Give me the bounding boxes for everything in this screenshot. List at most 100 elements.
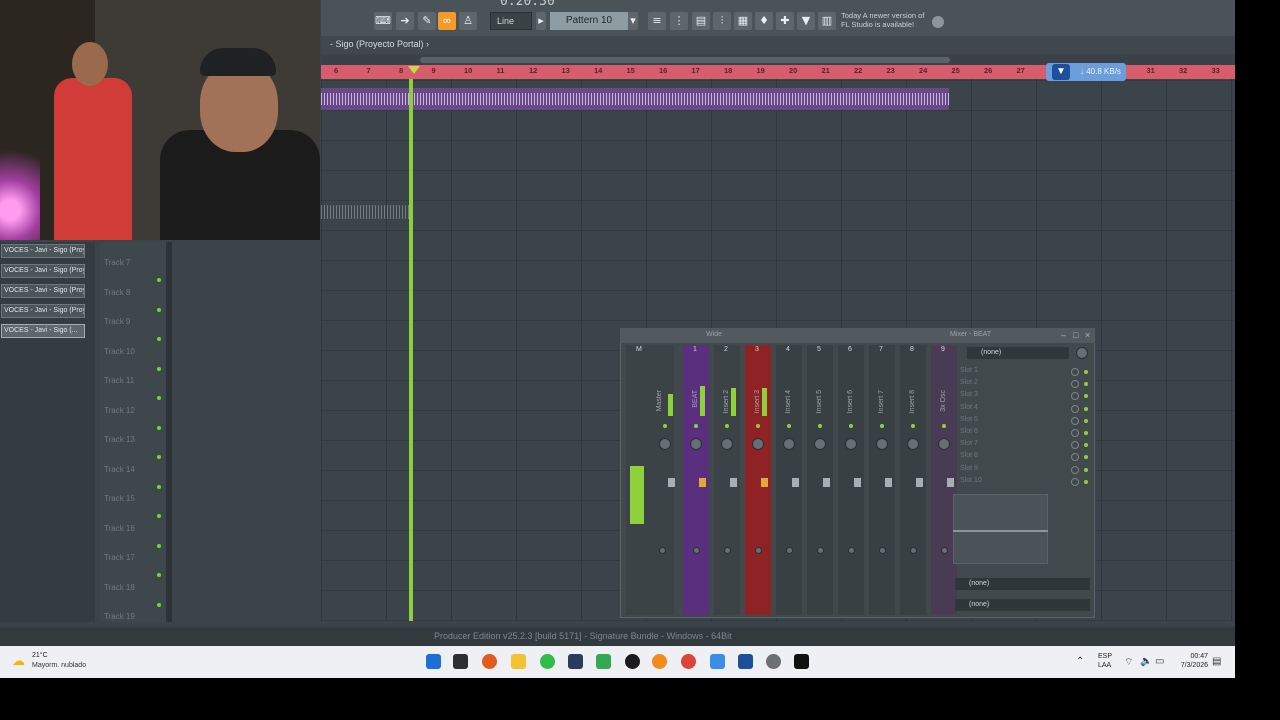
close-icon[interactable]: × xyxy=(1085,331,1094,340)
pan-knob[interactable] xyxy=(721,438,733,450)
settings-icon[interactable] xyxy=(766,654,781,669)
track-mute-led[interactable] xyxy=(157,573,161,577)
start-icon[interactable] xyxy=(426,654,441,669)
track-label[interactable]: Track 15 xyxy=(104,494,135,503)
stereo-knob[interactable] xyxy=(879,547,886,554)
obs-icon[interactable] xyxy=(625,654,640,669)
pan-knob[interactable] xyxy=(690,438,702,450)
piano-roll-icon[interactable]: ▤ xyxy=(692,12,710,30)
track-label[interactable]: Track 8 xyxy=(104,288,130,297)
stereo-knob[interactable] xyxy=(724,547,731,554)
pattern-dropdown-icon[interactable]: ▾ xyxy=(628,12,638,30)
mixer-titlebar[interactable] xyxy=(620,328,1095,343)
track-label[interactable]: Track 7 xyxy=(104,258,130,267)
slot-mix-knob[interactable] xyxy=(1071,368,1079,376)
pan-knob[interactable] xyxy=(659,438,671,450)
weather-temperature[interactable]: 21°C xyxy=(32,652,48,659)
cpu-icon[interactable]: ▥ xyxy=(818,12,836,30)
track-label[interactable]: Track 13 xyxy=(104,435,135,444)
strip-led[interactable] xyxy=(787,424,791,428)
track-divider[interactable] xyxy=(166,242,172,622)
stereo-knob[interactable] xyxy=(817,547,824,554)
channel-button[interactable]: VOCES - Javi - Sigo (Proy... xyxy=(1,284,85,298)
track-label[interactable]: Track 11 xyxy=(104,376,134,385)
wifi-icon[interactable]: ⌔ xyxy=(1124,656,1133,669)
strip-led[interactable] xyxy=(818,424,822,428)
channel-rack-icon[interactable]: ⋮ xyxy=(670,12,688,30)
app-id-icon[interactable] xyxy=(794,654,809,669)
downloader-icon[interactable] xyxy=(738,654,753,669)
stereo-knob[interactable] xyxy=(848,547,855,554)
app-icon[interactable] xyxy=(568,654,583,669)
effect-slot[interactable]: Slot 9 xyxy=(960,465,1070,475)
pan-knob[interactable] xyxy=(783,438,795,450)
battery-icon[interactable]: ▭ xyxy=(1155,656,1164,667)
slot-enable-led[interactable] xyxy=(1084,370,1088,374)
send-select-1[interactable]: (none) xyxy=(955,578,1090,590)
track-mute-led[interactable] xyxy=(157,366,161,371)
effect-slot[interactable]: Slot 8 xyxy=(960,452,1070,462)
strip-led[interactable] xyxy=(911,424,915,428)
slot-enable-led[interactable] xyxy=(1084,431,1088,435)
strip-led[interactable] xyxy=(725,424,729,428)
eq-panel[interactable] xyxy=(953,494,1048,564)
weather-description[interactable]: Mayorm. nublado xyxy=(32,662,86,669)
fl-studio-icon[interactable] xyxy=(652,654,667,669)
effect-slot[interactable]: Slot 2 xyxy=(960,379,1070,389)
slot-mix-knob[interactable] xyxy=(1071,429,1079,437)
browser-app-icon[interactable] xyxy=(482,654,497,669)
track-mute-led[interactable] xyxy=(157,307,161,312)
effect-slot[interactable]: Slot 10 xyxy=(960,477,1070,487)
volume-fader[interactable] xyxy=(668,478,675,487)
effect-slot[interactable]: Slot 1 xyxy=(960,367,1070,377)
slot-enable-led[interactable] xyxy=(1084,467,1088,472)
track-mute-led[interactable] xyxy=(157,396,161,400)
help-icon[interactable]: ▼ xyxy=(797,12,815,30)
volume-fader[interactable] xyxy=(885,478,892,487)
stereo-knob[interactable] xyxy=(755,547,762,554)
track-mute-led[interactable] xyxy=(157,337,161,341)
eq-curve[interactable] xyxy=(953,530,1048,532)
effect-slot[interactable]: Slot 3 xyxy=(960,391,1070,401)
playlist-icon[interactable]: ≡ xyxy=(648,12,666,30)
drive-icon[interactable] xyxy=(596,654,611,669)
notification-icon[interactable]: ▤ xyxy=(1212,656,1221,667)
pan-knob[interactable] xyxy=(814,438,826,450)
mixer-icon[interactable]: ⫶ xyxy=(713,12,731,30)
effect-slot[interactable]: Slot 4 xyxy=(960,404,1070,414)
scrollbar-thumb[interactable] xyxy=(420,57,950,63)
slot-mix-knob[interactable] xyxy=(1071,477,1079,486)
globe-icon[interactable] xyxy=(932,16,944,28)
volume-fader[interactable] xyxy=(699,478,706,487)
pencil-icon[interactable]: ✎ xyxy=(418,12,436,30)
slot-enable-led[interactable] xyxy=(1084,479,1088,484)
volume-fader[interactable] xyxy=(854,478,861,487)
strip-led[interactable] xyxy=(942,424,946,428)
plugin-icon[interactable]: ♦ xyxy=(755,12,773,30)
mixer-knob-icon[interactable] xyxy=(1076,347,1088,359)
folder-icon[interactable] xyxy=(511,654,526,669)
effect-slot[interactable]: Slot 7 xyxy=(960,440,1070,450)
metronome-icon[interactable]: ♙ xyxy=(459,12,477,30)
track-label[interactable]: Track 14 xyxy=(104,465,135,474)
stereo-knob[interactable] xyxy=(659,547,666,554)
strip-led[interactable] xyxy=(663,424,667,428)
track-mute-led[interactable] xyxy=(157,278,161,282)
track-label[interactable]: Track 18 xyxy=(104,583,135,592)
track-label[interactable]: Track 19 xyxy=(104,612,135,621)
system-clock[interactable]: 00:47 7/3/2026 xyxy=(1176,652,1208,670)
strip-led[interactable] xyxy=(849,424,853,428)
volume-fader[interactable] xyxy=(916,478,923,487)
channel-button[interactable]: VOCES - Javi - Sigo (Proy... xyxy=(1,244,85,258)
maximize-icon[interactable]: □ xyxy=(1073,331,1082,340)
link-icon[interactable]: ∞ xyxy=(438,12,456,30)
slot-mix-knob[interactable] xyxy=(1071,416,1079,425)
channel-button[interactable]: VOCES - Javi - Sigo (Proy... xyxy=(1,304,85,318)
pan-knob[interactable] xyxy=(876,438,888,450)
chevron-up-icon[interactable]: ⌃ xyxy=(1076,656,1084,667)
preset-select[interactable]: (none) xyxy=(967,347,1069,359)
photos-icon[interactable] xyxy=(710,654,725,669)
record-icon[interactable]: ✚ xyxy=(776,12,794,30)
channel-button[interactable]: VOCES - Javi - Sigo (... xyxy=(1,324,85,338)
playhead[interactable] xyxy=(409,79,413,621)
